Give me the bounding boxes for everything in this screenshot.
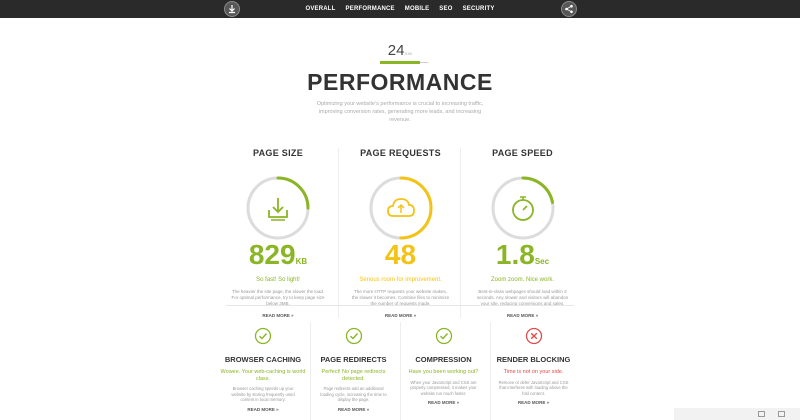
main-nav: OVERALL PERFORMANCE MOBILE SEO SECURITY — [0, 0, 800, 18]
feature-verdict: Perfect! No page redirects detected. — [321, 369, 386, 382]
feature-compression: COMPRESSION Have you been working out? W… — [400, 322, 486, 420]
read-more-link[interactable]: READ MORE » — [461, 313, 584, 318]
x-circle-icon — [525, 327, 542, 345]
feature-description: When your JavaScript and CSS are properl… — [410, 379, 477, 396]
metric-verdict: Zoom zoom. Nice work. — [490, 277, 554, 283]
page-requests-gauge — [365, 172, 437, 244]
read-more-link[interactable]: READ MORE » — [339, 313, 462, 318]
feature-browser-caching: BROWSER CACHING Wowee. Your web-caching … — [220, 322, 306, 420]
value-unit: KB — [295, 257, 308, 266]
read-more-link[interactable]: READ MORE » — [311, 407, 396, 412]
feature-title: RENDER BLOCKING — [496, 355, 571, 364]
window-icon[interactable] — [758, 411, 765, 417]
metric-page-size: PAGE SIZE 829KB So fast! So light! The h… — [216, 148, 340, 318]
score-max: /100 — [404, 51, 413, 56]
metric-page-requests: PAGE REQUESTS 48 Serious room for improv… — [338, 148, 462, 318]
read-more-link[interactable]: READ MORE » — [491, 400, 576, 405]
metric-value: 829KB — [216, 240, 340, 277]
download-tray-icon — [268, 198, 288, 221]
feature-render-blocking: RENDER BLOCKING Time is not on your side… — [490, 322, 576, 420]
window-icon[interactable] — [778, 411, 785, 417]
read-more-link[interactable]: READ MORE » — [401, 400, 486, 405]
feature-description: Remove or defer JavaScript and CSS that … — [498, 379, 569, 396]
nav-item-overall[interactable]: OVERALL — [305, 6, 335, 12]
cloud-icon — [386, 198, 415, 217]
read-more-link[interactable]: READ MORE » — [220, 407, 306, 412]
metric-value: 1.8Sec — [461, 240, 584, 277]
nav-item-performance[interactable]: PERFORMANCE — [346, 6, 395, 12]
floating-toolbar — [674, 408, 800, 420]
page-title: PERFORMANCE — [307, 69, 493, 95]
feature-description: Browser caching speeds up your website b… — [231, 386, 295, 402]
read-more-link[interactable]: READ MORE » — [216, 313, 340, 318]
feature-title: BROWSER CACHING — [224, 355, 302, 364]
metric-title: PAGE SPEED — [492, 148, 553, 158]
intro-text: Optimizing your website's performance is… — [316, 101, 484, 123]
value-unit: Sec — [534, 257, 550, 266]
share-icon[interactable] — [561, 1, 577, 17]
metric-value: 48 — [339, 240, 462, 277]
metric-title: PAGE REQUESTS — [360, 148, 441, 158]
feature-verdict: Have you been working out? — [408, 369, 479, 375]
overall-score: 24/100 — [0, 42, 800, 64]
metric-title: PAGE SIZE — [252, 148, 304, 158]
feature-page-redirects: PAGE REDIRECTS Perfect! No page redirect… — [310, 322, 396, 420]
feature-verdict: Wowee. Your web-caching is world class. — [220, 369, 306, 382]
metric-page-speed: PAGE SPEED 1.8Sec Zoom zoom. Nice work. … — [460, 148, 584, 318]
check-circle-icon — [254, 327, 272, 345]
feature-description: Page redirects add an additional loading… — [320, 386, 387, 402]
nav-item-mobile[interactable]: MOBILE — [405, 6, 430, 12]
nav-item-seo[interactable]: SEO — [439, 6, 452, 12]
nav-item-security[interactable]: SECURITY — [463, 6, 495, 12]
score-value: 24 — [387, 42, 405, 59]
top-navigation-bar: OVERALL PERFORMANCE MOBILE SEO SECURITY — [0, 0, 800, 18]
page-size-gauge — [242, 172, 314, 244]
section-divider — [226, 305, 574, 306]
metric-verdict: So fast! So light! — [256, 277, 300, 283]
stopwatch-icon — [511, 196, 534, 221]
score-bar — [380, 61, 428, 64]
feature-title: PAGE REDIRECTS — [320, 355, 387, 364]
check-circle-icon — [435, 327, 452, 345]
feature-title: COMPRESSION — [415, 355, 472, 364]
check-circle-icon — [345, 327, 362, 345]
feature-verdict: Time is not on your side. — [503, 369, 564, 375]
metric-verdict: Serious room for improvement. — [359, 277, 442, 283]
page-speed-gauge — [487, 172, 559, 244]
